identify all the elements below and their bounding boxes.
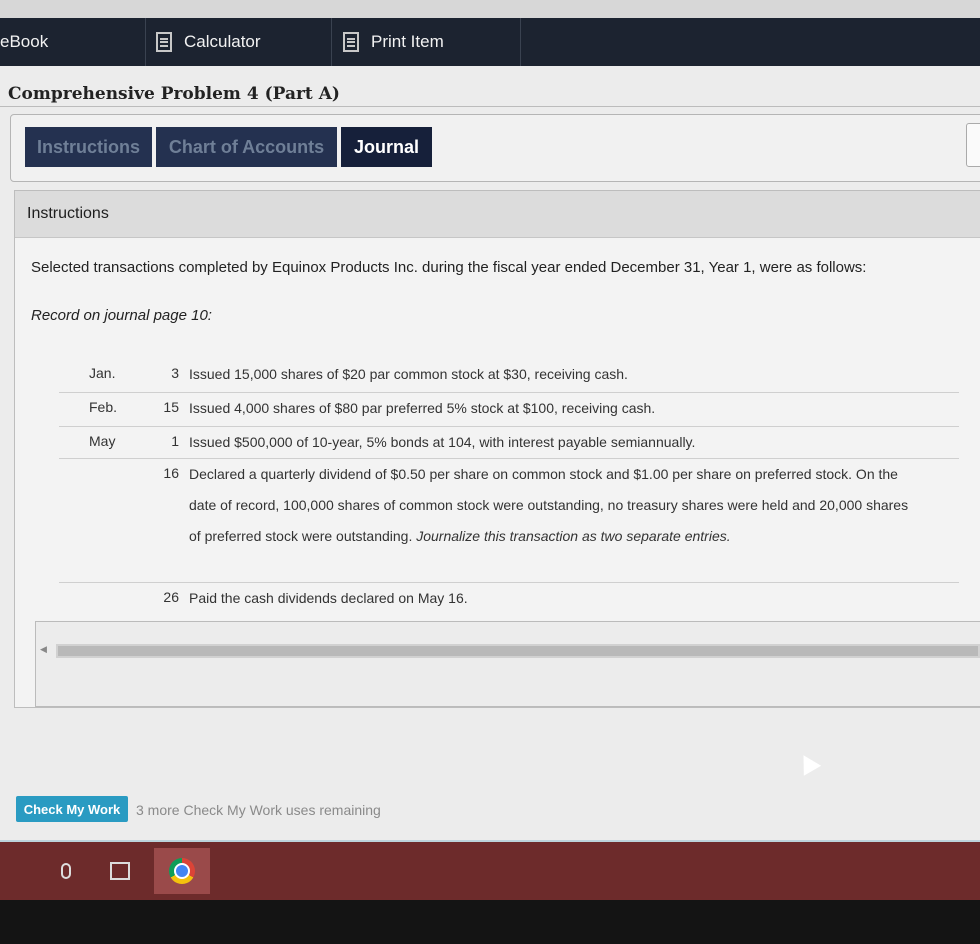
transaction-description: Paid the cash dividends declared on May …	[189, 590, 468, 606]
print-item-label: Print Item	[371, 32, 444, 51]
tab-bar: Instructions Chart of Accounts Journal	[10, 114, 980, 182]
table-row: Feb. 15 Issued 4,000 shares of $80 par p…	[59, 393, 959, 427]
transaction-description: Issued 4,000 shares of $80 par preferred…	[189, 400, 656, 416]
page-title: Comprehensive Problem 4 (Part A)	[8, 84, 340, 104]
record-note: Record on journal page 10:	[31, 307, 212, 324]
window-top-strip	[0, 0, 980, 18]
table-row: 26 Paid the cash dividends declared on M…	[59, 583, 959, 619]
transaction-month: Jan.	[89, 365, 116, 381]
scroll-region: ◀	[35, 621, 980, 707]
ebook-button[interactable]: eBook	[0, 18, 146, 66]
transaction-month: May	[89, 433, 116, 449]
scroll-left-icon[interactable]: ◀	[40, 644, 47, 655]
monitor-bezel	[0, 900, 980, 944]
table-row: May 1 Issued $500,000 of 10-year, 5% bon…	[59, 427, 959, 459]
table-row: Jan. 3 Issued 15,000 shares of $20 par c…	[59, 359, 959, 393]
os-taskbar	[0, 842, 980, 900]
transaction-day: 1	[171, 433, 179, 449]
check-remaining-note: 3 more Check My Work uses remaining	[136, 802, 381, 818]
scrollbar-thumb[interactable]	[58, 646, 978, 656]
transaction-description-block: Declared a quarterly dividend of $0.50 p…	[189, 459, 909, 552]
instructions-header-label: Instructions	[27, 205, 109, 222]
tab-bar-side-control[interactable]	[966, 123, 980, 167]
tab-instructions[interactable]: Instructions	[25, 127, 152, 167]
mouse-cursor-icon	[794, 750, 822, 776]
print-icon	[343, 32, 359, 52]
transaction-month: Feb.	[89, 399, 118, 415]
microphone-icon	[61, 863, 71, 879]
instructions-header: Instructions	[15, 191, 980, 238]
transaction-day: 16	[163, 465, 179, 481]
transaction-day: 3	[171, 365, 179, 381]
taskbar-mic-button[interactable]	[38, 848, 94, 894]
calculator-button[interactable]: Calculator	[146, 18, 332, 66]
top-toolbar: eBook Calculator Print Item	[0, 18, 980, 66]
chrome-icon	[169, 858, 195, 884]
main-content: Comprehensive Problem 4 (Part A) Instruc…	[0, 66, 980, 842]
transaction-day: 26	[163, 589, 179, 605]
transaction-description: Issued 15,000 shares of $20 par common s…	[189, 366, 628, 382]
title-divider	[0, 106, 980, 107]
print-item-button[interactable]: Print Item	[333, 18, 521, 66]
instructions-intro: Selected transactions completed by Equin…	[31, 259, 867, 276]
check-my-work-button[interactable]: Check My Work	[16, 796, 128, 822]
task-view-icon	[110, 862, 130, 880]
calculator-label: Calculator	[184, 32, 261, 51]
taskbar-view-button[interactable]	[92, 848, 148, 894]
transaction-emphasis: Journalize this transaction as two separ…	[416, 528, 731, 544]
transaction-description: Issued $500,000 of 10-year, 5% bonds at …	[189, 434, 696, 450]
taskbar-chrome-button[interactable]	[154, 848, 210, 894]
tab-chart-of-accounts[interactable]: Chart of Accounts	[156, 127, 337, 167]
tab-journal[interactable]: Journal	[341, 127, 432, 167]
transaction-day: 15	[163, 399, 179, 415]
ebook-label: eBook	[0, 32, 49, 51]
horizontal-scrollbar[interactable]	[56, 644, 980, 658]
instructions-panel: Instructions Selected transactions compl…	[14, 190, 980, 708]
table-row: 16 Declared a quarterly dividend of $0.5…	[59, 459, 959, 583]
calculator-icon	[156, 32, 172, 52]
